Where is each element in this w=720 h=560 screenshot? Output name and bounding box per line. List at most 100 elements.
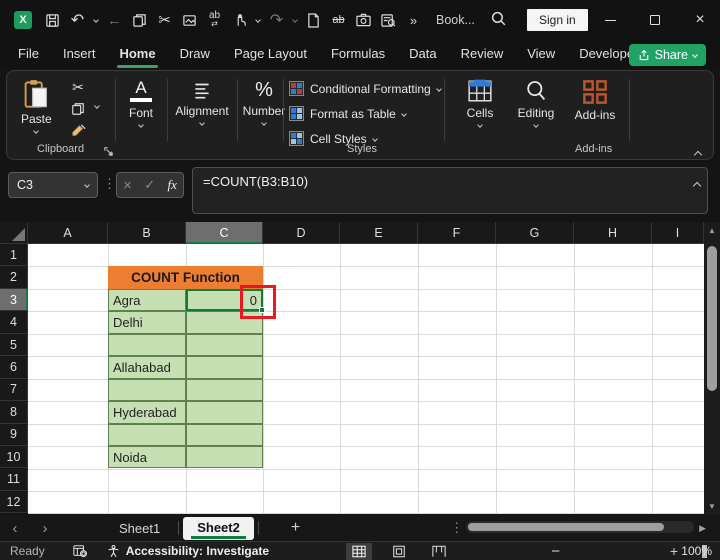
cell-B6[interactable]: Allahabad [113,356,171,378]
search-icon[interactable] [490,10,507,27]
macro-record-icon[interactable] [73,544,87,558]
row-header-10[interactable]: 10 [0,446,28,469]
undo-icon[interactable]: ↶ [65,7,90,33]
row-header-5[interactable]: 5 [0,333,28,357]
range-cell-B7[interactable] [108,378,186,402]
ribbon-tab-insert[interactable]: Insert [63,42,96,67]
hscroll-right-icon[interactable]: ▶ [699,523,706,534]
add-sheet-button[interactable]: + [291,519,300,537]
ribbon-tab-formulas[interactable]: Formulas [331,42,385,67]
sheet-tab-sheet2[interactable]: Sheet2 [183,516,254,540]
range-cell-B5[interactable] [108,333,186,357]
formula-bar-handle[interactable]: ⋮ [103,176,116,192]
sheet-tab-sheet1[interactable]: Sheet1 [105,518,174,539]
row-header-6[interactable]: 6 [0,356,28,379]
font-group-button[interactable]: A Font [119,79,163,128]
range-cell-C7[interactable] [186,378,263,402]
styles-item-format-as-table[interactable]: Format as Table [289,106,407,121]
ribbon-tab-home[interactable]: Home [117,42,158,68]
cancel-icon[interactable]: × [123,177,132,194]
vertical-scrollbar-thumb[interactable] [707,246,717,391]
share-button[interactable]: Share [628,44,706,66]
horizontal-scrollbar[interactable] [466,521,694,533]
close-button[interactable]: × [680,5,720,35]
editing-group-button[interactable]: Editing [509,79,563,128]
column-header-A[interactable]: A [28,222,108,244]
lookup-icon[interactable] [376,7,401,33]
ribbon-tab-draw[interactable]: Draw [180,42,210,67]
touch-mouse-mode-icon[interactable] [227,7,252,33]
cells-group-button[interactable]: Cells [457,79,503,128]
range-cell-C6[interactable] [186,356,263,379]
cell-B4[interactable]: Delhi [113,311,143,333]
column-header-D[interactable]: D [263,222,340,244]
range-cell-C8[interactable] [186,401,263,424]
horizontal-scrollbar-thumb[interactable] [468,523,664,531]
copy-icon[interactable] [127,7,152,33]
ribbon-tab-view[interactable]: View [527,42,555,67]
column-header-G[interactable]: G [496,222,574,244]
scroll-down-icon[interactable]: ▼ [704,502,720,511]
row-header-12[interactable]: 12 [0,490,28,514]
tabbar-handle[interactable]: ⋮ [450,520,463,536]
row-header-7[interactable]: 7 [0,378,28,402]
select-all-button[interactable] [0,222,28,244]
accessibility-status[interactable]: Accessibility: Investigate [126,544,269,558]
paste-picture-icon[interactable] [177,7,202,33]
minimize-button[interactable] [590,5,630,35]
new-file-icon[interactable] [301,7,326,33]
column-header-B[interactable]: B [108,222,186,244]
row-header-2[interactable]: 2 [0,266,28,289]
format-painter-button[interactable] [67,121,89,141]
column-header-C[interactable]: C [186,222,263,244]
alignment-group-button[interactable]: Alignment [171,79,233,126]
collapse-ribbon-icon[interactable] [693,145,703,163]
row-header-9[interactable]: 9 [0,423,28,447]
scroll-up-icon[interactable]: ▲ [704,226,720,235]
clipboard-dialog-launcher-icon[interactable] [103,144,114,162]
toolbar-overflow-icon[interactable]: » [401,7,426,33]
range-cell-C5[interactable] [186,333,263,357]
ribbon-tab-page-layout[interactable]: Page Layout [234,42,307,67]
strikethrough-icon[interactable]: ab [326,7,351,33]
next-sheet-icon[interactable]: › [30,520,60,537]
column-header-F[interactable]: F [418,222,496,244]
ribbon-tab-file[interactable]: File [18,42,39,67]
addins-group-button[interactable]: Add-ins [569,79,621,122]
column-header-H[interactable]: H [574,222,652,244]
row-header-3[interactable]: 3 [0,288,28,312]
number-group-button[interactable]: % Number [240,79,288,126]
range-cell-B9[interactable] [108,423,186,447]
maximize-button[interactable] [635,5,675,35]
cell-B10[interactable]: Noida [113,446,147,468]
cell-B3[interactable]: Agra [113,289,140,311]
find-replace-icon[interactable]: ab ⇄ [202,7,227,33]
formula-bar-input[interactable]: =COUNT(B3:B10) [192,167,708,214]
row-header-4[interactable]: 4 [0,311,28,334]
insert-function-icon[interactable]: fx [167,177,176,193]
undo-dropdown-icon[interactable] [90,7,102,33]
column-header-E[interactable]: E [340,222,418,244]
enter-icon[interactable]: ✓ [144,177,155,193]
cut-icon[interactable]: ✂ [152,7,177,33]
sign-in-button[interactable]: Sign in [527,9,588,31]
row-header-1[interactable]: 1 [0,244,28,267]
redo-icon[interactable]: ↷ [264,7,289,33]
camera-icon[interactable] [351,7,376,33]
ribbon-tab-review[interactable]: Review [461,42,504,67]
name-box[interactable]: C3 [8,172,98,198]
back-icon[interactable]: ← [102,7,127,33]
range-cell-C9[interactable] [186,423,263,447]
range-cell-C10[interactable] [186,446,263,469]
row-header-11[interactable]: 11 [0,468,28,491]
prev-sheet-icon[interactable]: ‹ [0,520,30,537]
zoom-in-icon[interactable]: + [670,543,678,559]
normal-view-button[interactable] [346,542,372,560]
row-header-8[interactable]: 8 [0,401,28,424]
column-header-I[interactable]: I [652,222,704,244]
clipboard-more-icon[interactable] [94,103,100,109]
styles-item-conditional-formatting[interactable]: Conditional Formatting [289,81,442,96]
page-break-view-button[interactable] [426,543,452,560]
status-mode[interactable]: Ready [10,544,45,558]
save-icon[interactable] [40,7,65,33]
